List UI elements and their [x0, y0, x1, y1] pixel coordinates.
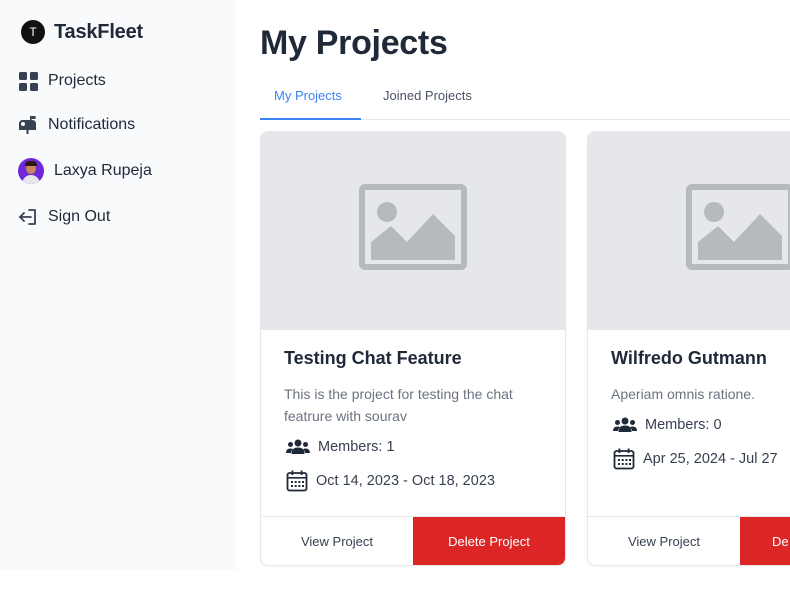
grid-icon: [18, 71, 38, 91]
project-card: Wilfredo Gutmann Aperiam omnis ratione. …: [587, 131, 790, 566]
project-dates: Apr 25, 2024 - Jul 27: [613, 448, 778, 470]
sidebar-item-label: Projects: [48, 72, 106, 89]
mailbox-icon: [18, 115, 38, 135]
project-members: Members: 0: [613, 416, 722, 434]
project-title: Testing Chat Feature: [284, 348, 462, 368]
image-placeholder-icon: [686, 184, 790, 270]
card-footer: View Project De: [588, 516, 790, 565]
page-title: My Projects: [260, 24, 448, 62]
calendar-icon: [613, 448, 635, 470]
project-description: Aperiam omnis ratione.: [611, 386, 755, 402]
main-content: My Projects My Projects Joined Projects …: [236, 0, 790, 592]
project-title: Wilfredo Gutmann: [611, 348, 767, 368]
date-range: Apr 25, 2024 - Jul 27: [643, 451, 778, 467]
avatar: [18, 158, 44, 184]
users-icon: [286, 439, 310, 454]
sidebar-item-label: Sign Out: [48, 208, 111, 225]
brand-name: TaskFleet: [54, 20, 143, 43]
project-dates: Oct 14, 2023 - Oct 18, 2023: [286, 470, 495, 492]
project-image-placeholder: [261, 132, 565, 330]
sidebar-item-projects[interactable]: Projects: [18, 71, 106, 91]
active-tab-indicator: [260, 118, 361, 120]
tab-bar: My Projects Joined Projects: [260, 75, 790, 120]
brand-logo: T: [21, 20, 45, 44]
sidebar-item-sign-out[interactable]: Sign Out: [18, 207, 110, 227]
brand[interactable]: T TaskFleet: [21, 20, 143, 44]
project-members: Members: 1: [286, 438, 395, 456]
project-card: Testing Chat Feature This is the project…: [260, 131, 566, 566]
users-icon: [613, 417, 637, 432]
sign-out-icon: [18, 207, 38, 227]
card-footer: View Project Delete Project: [261, 516, 565, 565]
view-project-button[interactable]: View Project: [588, 517, 740, 565]
sidebar-item-label: Laxya Rupeja: [54, 162, 152, 179]
members-count: Members: 0: [645, 417, 722, 433]
delete-project-button[interactable]: Delete Project: [413, 517, 565, 565]
tab-my-projects[interactable]: My Projects: [274, 88, 342, 103]
sidebar-item-notifications[interactable]: Notifications: [18, 115, 135, 135]
sidebar: T TaskFleet Projects Notifications Laxya…: [0, 0, 236, 570]
sidebar-item-profile[interactable]: Laxya Rupeja: [18, 158, 152, 184]
view-project-button[interactable]: View Project: [261, 517, 413, 565]
date-range: Oct 14, 2023 - Oct 18, 2023: [316, 473, 495, 489]
tab-joined-projects[interactable]: Joined Projects: [383, 88, 472, 103]
project-image-placeholder: [588, 132, 790, 330]
project-description: This is the project for testing the chat…: [284, 386, 513, 424]
delete-project-button[interactable]: De: [740, 517, 790, 565]
sidebar-item-label: Notifications: [48, 116, 136, 133]
calendar-icon: [286, 470, 308, 492]
image-placeholder-icon: [359, 184, 467, 270]
members-count: Members: 1: [318, 439, 395, 455]
